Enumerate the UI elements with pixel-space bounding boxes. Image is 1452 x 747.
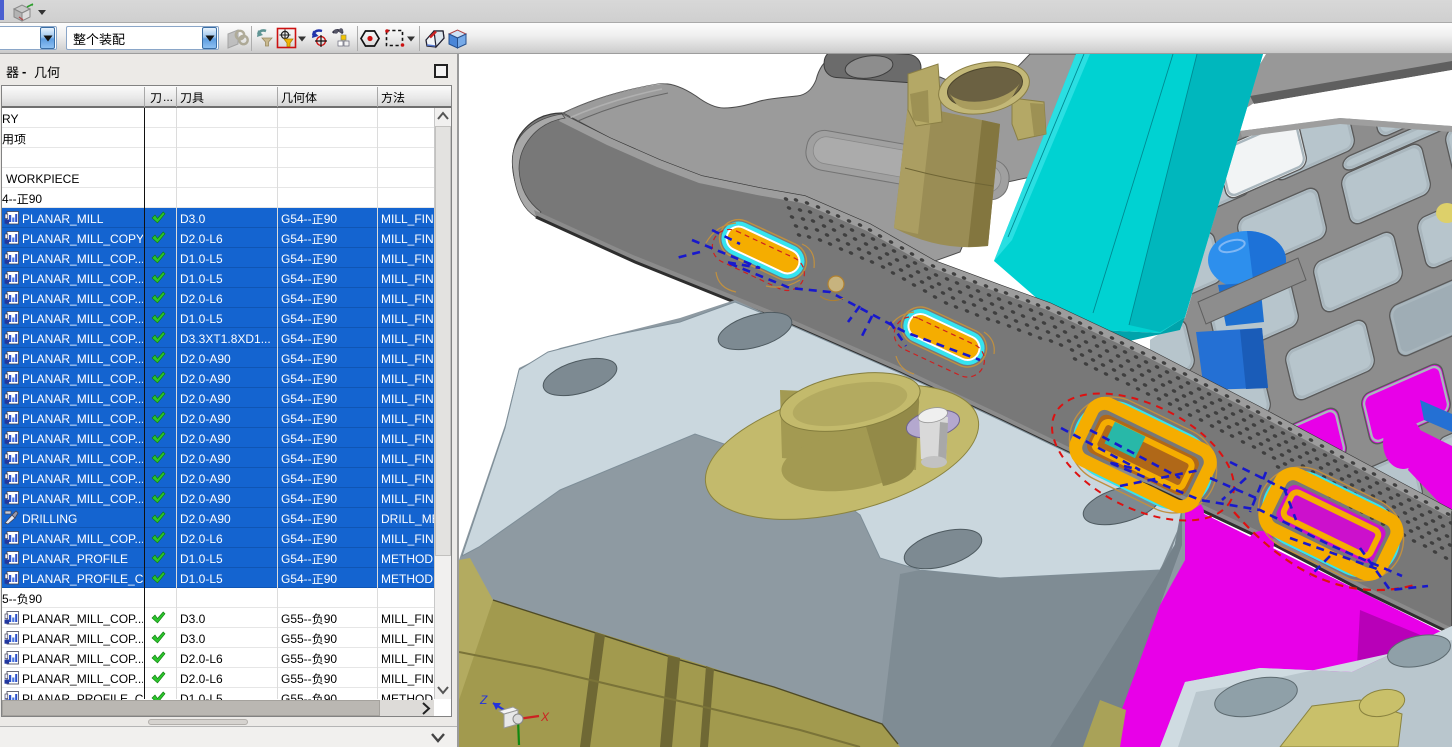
svg-text:X: X xyxy=(540,710,550,724)
svg-text:Z: Z xyxy=(479,693,488,707)
